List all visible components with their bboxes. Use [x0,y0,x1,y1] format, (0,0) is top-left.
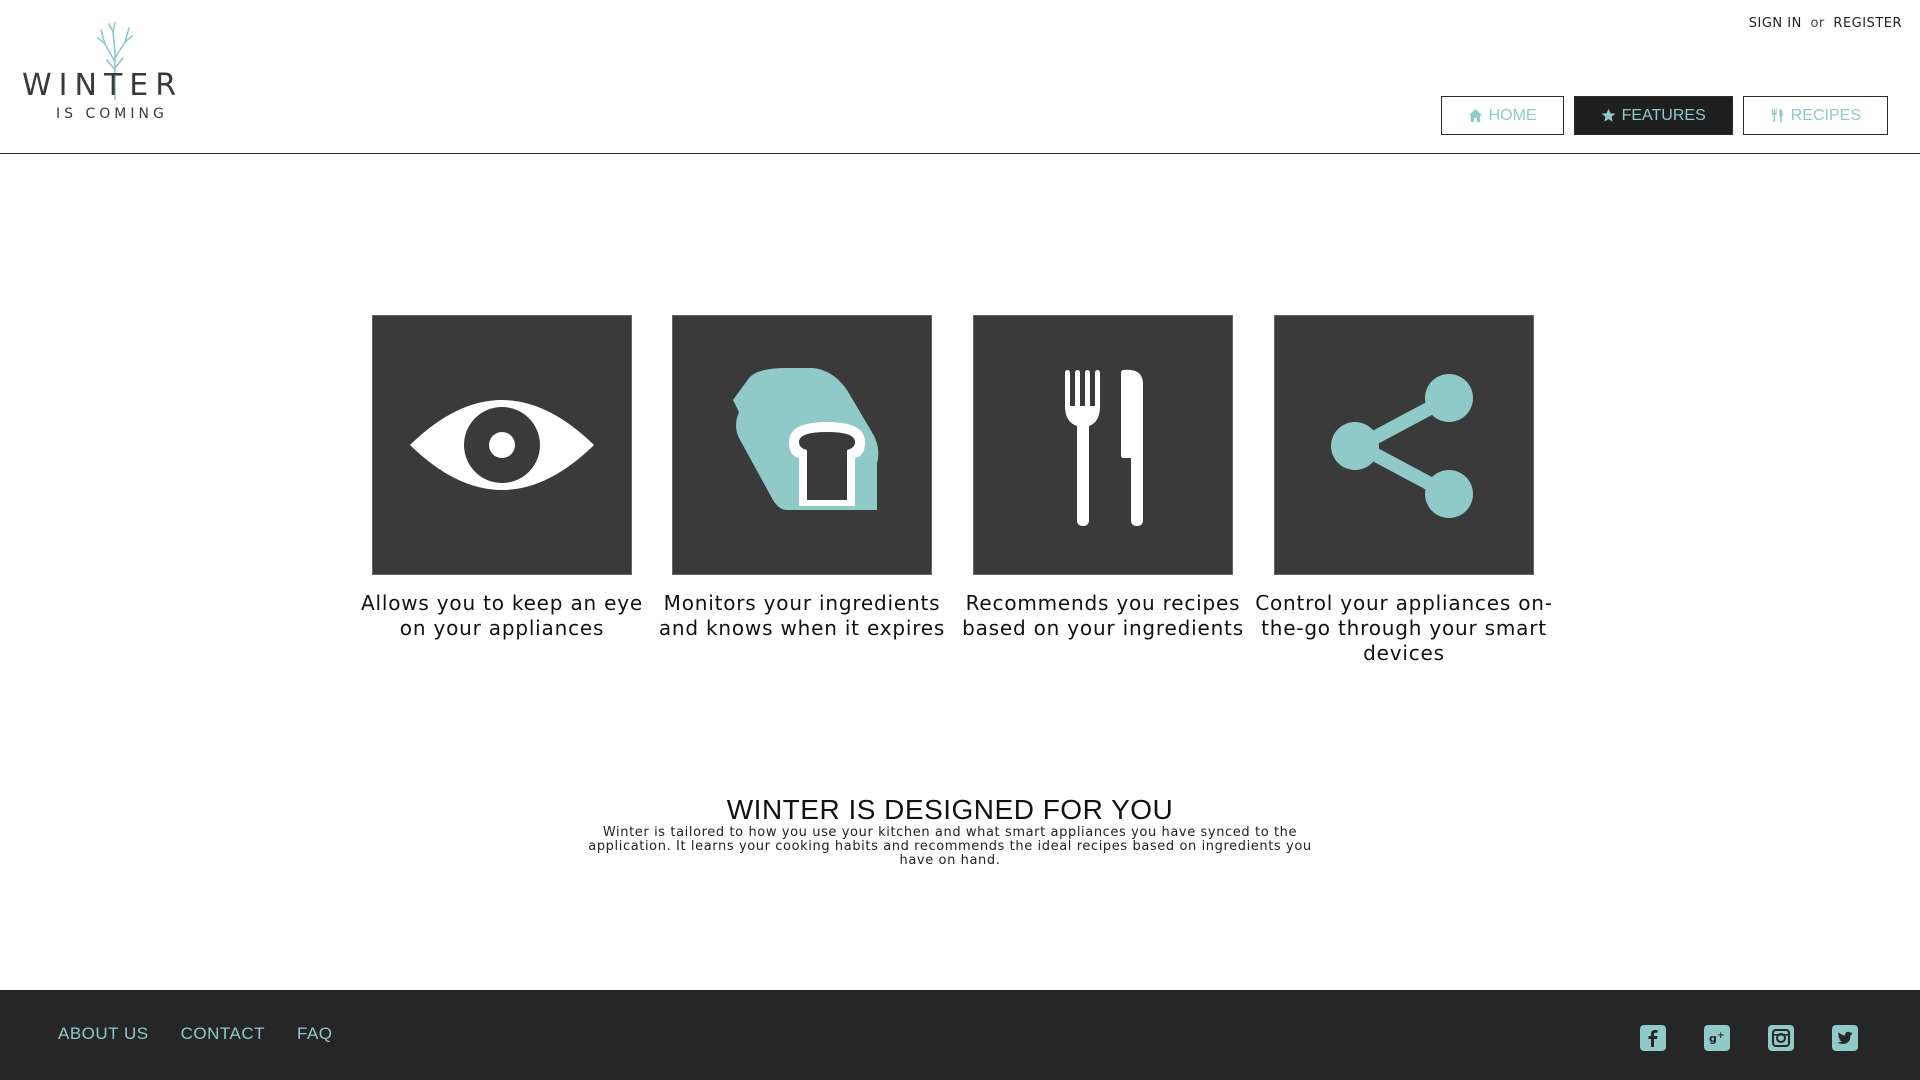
sign-in-link[interactable]: SIGN IN [1749,16,1802,31]
auth-links: SIGN IN or REGISTER [1749,16,1902,31]
footer-link-contact[interactable]: CONTACT [181,1024,265,1044]
nav-features-button[interactable]: FEATURES [1573,96,1733,135]
feature-tile [372,315,632,575]
footer-link-faq[interactable]: FAQ [297,1024,333,1044]
site-footer: ABOUT US CONTACT FAQ g + [0,990,1920,1080]
logo-wordmark: WINTER [22,68,184,103]
nav-features-label: FEATURES [1621,106,1706,124]
logo-tagline: IS COMING [56,106,168,122]
eye-icon [410,400,594,490]
auth-or-text: or [1810,16,1825,31]
nav-recipes-label: RECIPES [1790,106,1861,124]
instagram-icon[interactable] [1768,1025,1794,1051]
bread-tag-icon [733,368,879,510]
twitter-icon[interactable] [1832,1025,1858,1051]
site-header: WINTER IS COMING SIGN IN or REGISTER HOM… [0,0,1920,154]
feature-caption: Control your appliances on-the-go throug… [1255,591,1553,665]
feature-caption: Monitors your ingredients and knows when… [658,591,946,640]
feature-tile [973,315,1233,575]
svg-text:g: g [1709,1032,1717,1045]
nav-home-button[interactable]: HOME [1440,96,1564,135]
nav-recipes-button[interactable]: RECIPES [1742,96,1888,135]
share-icon [1331,374,1473,518]
star-icon [1601,108,1615,122]
feature-tile [672,315,932,575]
feature-card: Recommends you recipes based on your ing… [953,315,1253,641]
feature-card: Control your appliances on-the-go throug… [1254,315,1554,666]
facebook-icon[interactable] [1640,1025,1666,1051]
logo[interactable]: WINTER IS COMING [22,22,192,126]
home-icon [1468,108,1482,123]
designed-section: WINTER IS DESIGNED FOR YOU Winter is tai… [560,794,1340,868]
google-plus-icon[interactable]: g + [1704,1025,1730,1051]
feature-card: Allows you to keep an eye on your applia… [352,315,652,641]
designed-body: Winter is tailored to how you use your k… [588,825,1312,868]
fork-knife-icon [1065,369,1143,526]
main-nav: HOME FEATURES RECIPES [1440,96,1888,135]
footer-links: ABOUT US CONTACT FAQ [58,1024,333,1044]
nav-home-label: HOME [1488,106,1537,124]
feature-caption: Recommends you recipes based on your ing… [962,591,1244,640]
social-links: g + [1640,1025,1858,1051]
feature-tile [1274,315,1534,575]
register-link[interactable]: REGISTER [1833,16,1902,31]
svg-text:+: + [1717,1031,1725,1041]
designed-title: WINTER IS DESIGNED FOR YOU [726,794,1174,825]
cutlery-icon [1771,108,1783,123]
feature-card: Monitors your ingredients and knows when… [652,315,952,641]
feature-caption: Allows you to keep an eye on your applia… [361,591,643,640]
footer-link-about[interactable]: ABOUT US [58,1024,149,1044]
